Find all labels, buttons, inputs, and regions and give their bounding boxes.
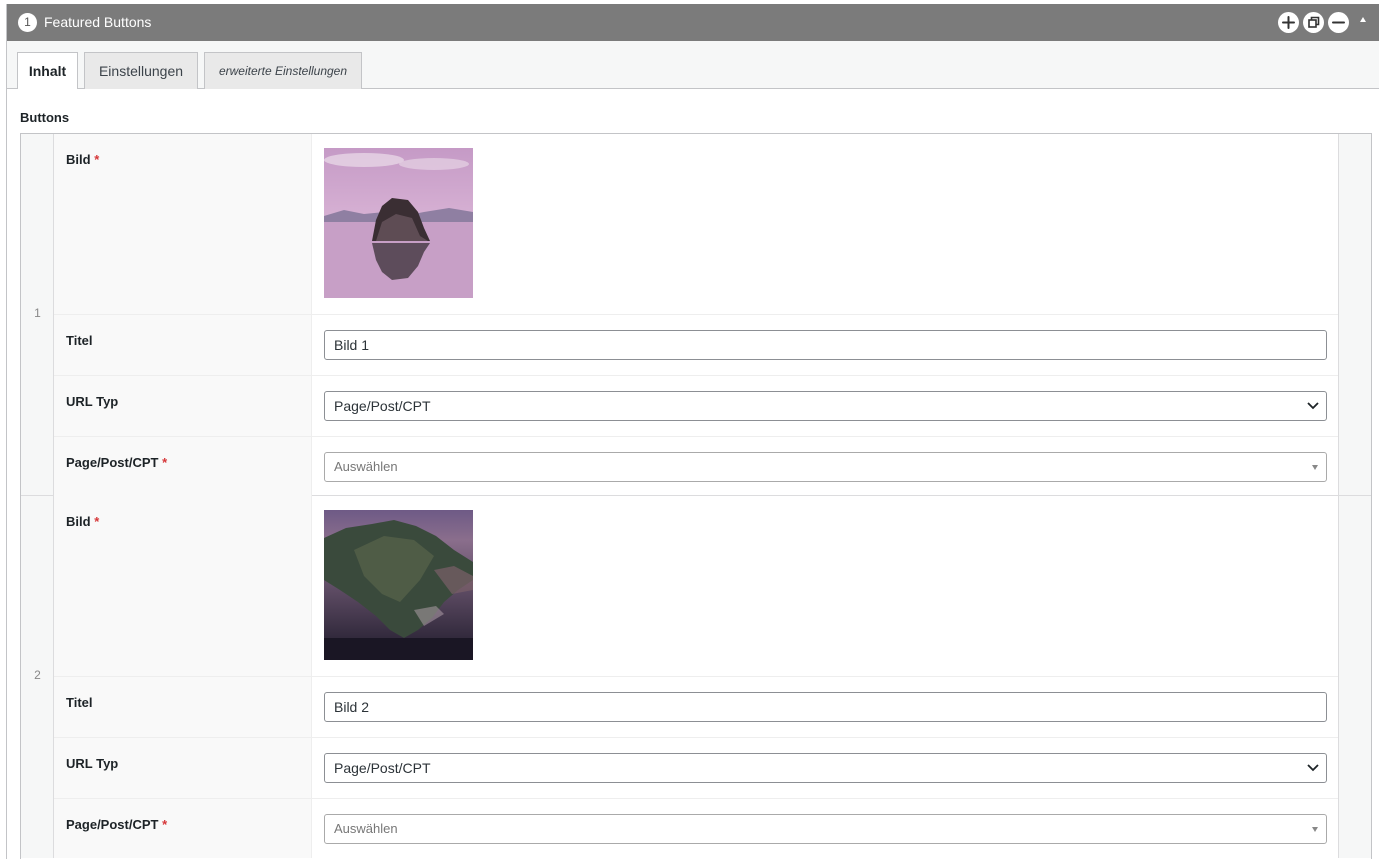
add-module-button[interactable] xyxy=(1278,12,1299,33)
triangle-down-icon xyxy=(1312,465,1318,470)
row-index: 2 xyxy=(34,668,41,682)
page-select[interactable]: Auswählen xyxy=(324,814,1327,844)
module-header[interactable]: 1 Featured Buttons xyxy=(7,4,1379,41)
module-title: Featured Buttons xyxy=(44,14,152,30)
repeater-row: 2 Bild * Titel Bild 2 URL Typ Page/Post/… xyxy=(21,496,1371,858)
tab-content: Buttons 1 Bild * Titel Bild 1 URL Typ Pa… xyxy=(7,89,1379,859)
field-label: Bild * xyxy=(54,134,312,314)
field-label: URL Typ xyxy=(54,376,312,436)
field-page: Page/Post/CPT * Auswählen xyxy=(54,437,1338,496)
url-type-select[interactable]: Page/Post/CPT xyxy=(324,391,1327,421)
tab-einstellungen[interactable]: Einstellungen xyxy=(84,52,198,89)
repeater-row: 1 Bild * Titel Bild 1 URL Typ Page/Post/… xyxy=(21,134,1371,496)
url-type-value: Page/Post/CPT xyxy=(334,398,431,414)
url-type-select[interactable]: Page/Post/CPT xyxy=(324,753,1327,783)
triangle-down-icon xyxy=(1312,827,1318,832)
buttons-repeater: 1 Bild * Titel Bild 1 URL Typ Page/Post/… xyxy=(20,133,1372,859)
row-side-handle[interactable] xyxy=(1338,496,1371,858)
row-index: 1 xyxy=(34,306,41,320)
tab-bar: Inhalt Einstellungen erweiterte Einstell… xyxy=(7,41,1379,90)
module-number-badge: 1 xyxy=(18,13,37,32)
page-select[interactable]: Auswählen xyxy=(324,452,1327,482)
field-image: Bild * xyxy=(54,496,1338,677)
title-input[interactable]: Bild 2 xyxy=(324,692,1327,722)
row-handle[interactable]: 2 xyxy=(21,496,54,858)
chevron-down-icon xyxy=(1307,764,1319,772)
field-label: URL Typ xyxy=(54,738,312,798)
field-label: Titel xyxy=(54,677,312,737)
field-image: Bild * xyxy=(54,134,1338,315)
field-url-type: URL Typ Page/Post/CPT xyxy=(54,376,1338,437)
field-label: Page/Post/CPT * xyxy=(54,437,312,496)
chevron-down-icon xyxy=(1307,402,1319,410)
image-thumbnail[interactable] xyxy=(324,510,473,660)
field-page: Page/Post/CPT * Auswählen xyxy=(54,799,1338,858)
remove-module-button[interactable] xyxy=(1328,12,1349,33)
page-select-placeholder: Auswählen xyxy=(334,821,398,836)
collapse-caret-icon[interactable] xyxy=(1360,17,1366,22)
field-label: Titel xyxy=(54,315,312,375)
minus-icon xyxy=(1332,21,1345,24)
duplicate-module-button[interactable] xyxy=(1303,12,1324,33)
field-url-type: URL Typ Page/Post/CPT xyxy=(54,738,1338,799)
field-title: Titel Bild 2 xyxy=(54,677,1338,738)
row-side-handle[interactable] xyxy=(1338,134,1371,495)
title-input[interactable]: Bild 1 xyxy=(324,330,1327,360)
section-label: Buttons xyxy=(20,110,70,125)
field-label: Page/Post/CPT * xyxy=(54,799,312,858)
url-type-value: Page/Post/CPT xyxy=(334,760,431,776)
tab-erweiterte-einstellungen[interactable]: erweiterte Einstellungen xyxy=(204,52,362,89)
row-handle[interactable]: 1 xyxy=(21,134,54,495)
tab-inhalt[interactable]: Inhalt xyxy=(17,52,78,90)
field-label: Bild * xyxy=(54,496,312,676)
field-title: Titel Bild 1 xyxy=(54,315,1338,376)
image-thumbnail[interactable] xyxy=(324,148,473,298)
plus-icon xyxy=(1282,16,1295,29)
duplicate-icon xyxy=(1308,16,1320,28)
module-panel: 1 Featured Buttons Inhalt Einstellungen … xyxy=(6,4,1379,859)
page-select-placeholder: Auswählen xyxy=(334,459,398,474)
